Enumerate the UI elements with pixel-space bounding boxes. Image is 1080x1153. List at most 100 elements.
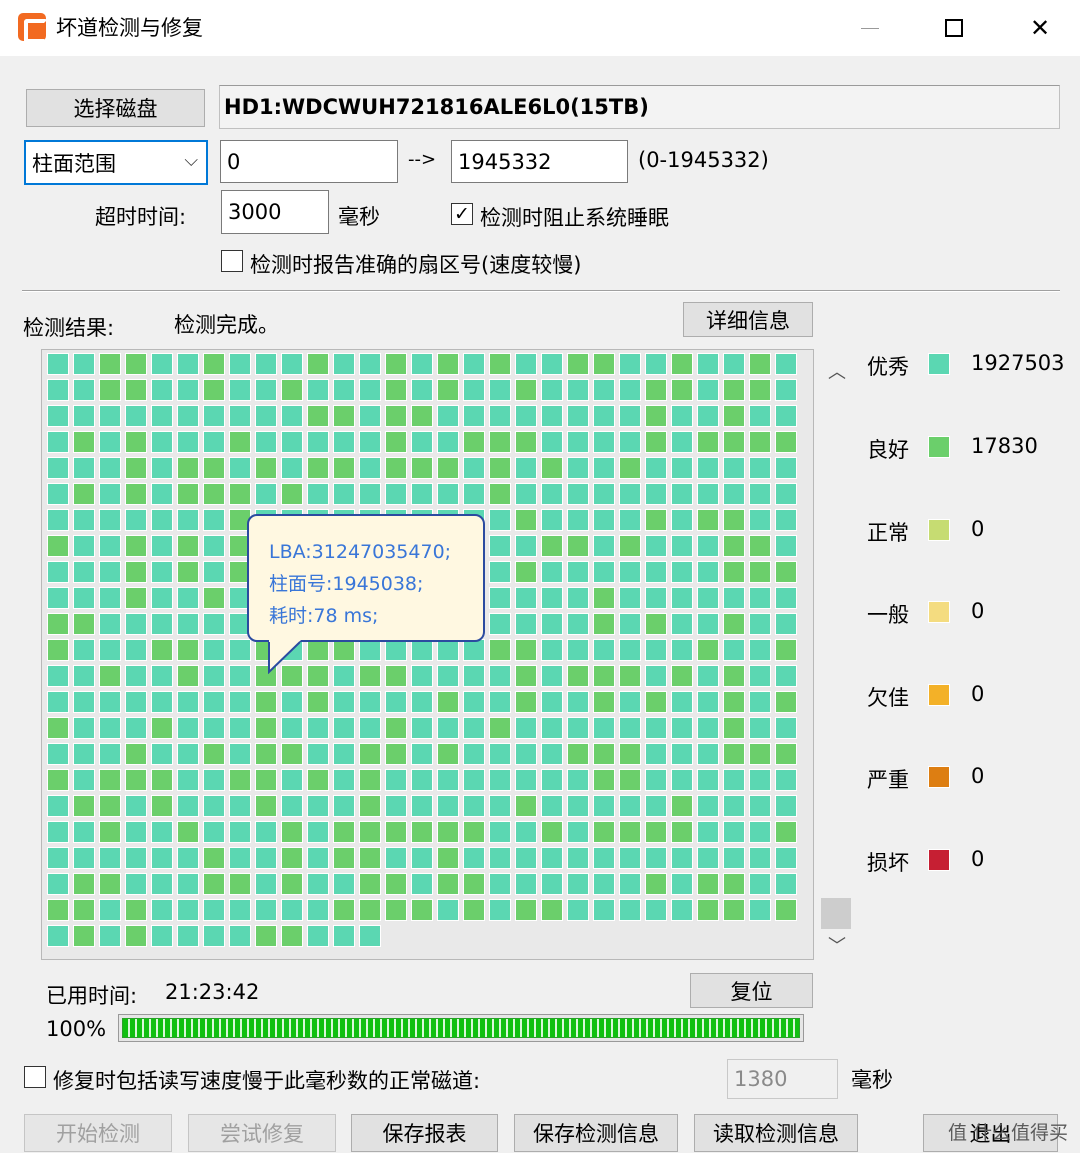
- sector-cell[interactable]: [541, 405, 563, 427]
- sector-cell[interactable]: [489, 665, 511, 687]
- sector-cell[interactable]: [411, 483, 433, 505]
- sector-cell[interactable]: [229, 899, 251, 921]
- sector-cell[interactable]: [255, 379, 277, 401]
- sector-cell[interactable]: [671, 639, 693, 661]
- sector-cell[interactable]: [515, 587, 537, 609]
- sector-cell[interactable]: [307, 847, 329, 869]
- sector-cell[interactable]: [775, 743, 797, 765]
- sector-cell[interactable]: [541, 535, 563, 557]
- sector-cell[interactable]: [47, 587, 69, 609]
- sector-cell[interactable]: [203, 743, 225, 765]
- sector-cell[interactable]: [281, 691, 303, 713]
- sector-cell[interactable]: [723, 587, 745, 609]
- sector-cell[interactable]: [775, 639, 797, 661]
- sector-cell[interactable]: [151, 535, 173, 557]
- sector-cell[interactable]: [229, 483, 251, 505]
- sector-cell[interactable]: [593, 639, 615, 661]
- sector-cell[interactable]: [385, 405, 407, 427]
- sector-cell[interactable]: [151, 353, 173, 375]
- sector-cell[interactable]: [567, 613, 589, 635]
- sector-cell[interactable]: [515, 353, 537, 375]
- sector-cell[interactable]: [47, 457, 69, 479]
- sector-cell[interactable]: [385, 639, 407, 661]
- sector-cell[interactable]: [125, 821, 147, 843]
- sector-cell[interactable]: [203, 717, 225, 739]
- sector-cell[interactable]: [281, 717, 303, 739]
- sector-cell[interactable]: [489, 483, 511, 505]
- sector-cell[interactable]: [541, 795, 563, 817]
- sector-cell[interactable]: [697, 691, 719, 713]
- sector-cell[interactable]: [307, 873, 329, 895]
- sector-cell[interactable]: [567, 353, 589, 375]
- sector-cell[interactable]: [359, 769, 381, 791]
- reset-button[interactable]: 复位: [690, 973, 813, 1008]
- sector-cell[interactable]: [307, 405, 329, 427]
- sector-cell[interactable]: [723, 431, 745, 453]
- sector-cell[interactable]: [619, 821, 641, 843]
- sector-cell[interactable]: [177, 613, 199, 635]
- sector-cell[interactable]: [593, 535, 615, 557]
- sector-cell[interactable]: [697, 639, 719, 661]
- sector-cell[interactable]: [359, 925, 381, 947]
- sector-cell[interactable]: [645, 795, 667, 817]
- sector-cell[interactable]: [437, 899, 459, 921]
- sector-cell[interactable]: [125, 795, 147, 817]
- sector-cell[interactable]: [671, 535, 693, 557]
- sector-cell[interactable]: [73, 795, 95, 817]
- sector-cell[interactable]: [671, 431, 693, 453]
- sector-cell[interactable]: [333, 483, 355, 505]
- sector-cell[interactable]: [515, 847, 537, 869]
- sector-cell[interactable]: [151, 821, 173, 843]
- sector-cell[interactable]: [463, 665, 485, 687]
- sector-cell[interactable]: [541, 769, 563, 791]
- sector-cell[interactable]: [463, 873, 485, 895]
- sector-cell[interactable]: [411, 847, 433, 869]
- sector-cell[interactable]: [255, 925, 277, 947]
- sector-cell[interactable]: [697, 483, 719, 505]
- sector-cell[interactable]: [541, 431, 563, 453]
- sector-cell[interactable]: [203, 769, 225, 791]
- start-detect-button[interactable]: 开始检测: [24, 1114, 172, 1152]
- sector-cell[interactable]: [99, 379, 121, 401]
- sector-cell[interactable]: [99, 743, 121, 765]
- sector-cell[interactable]: [697, 587, 719, 609]
- sector-cell[interactable]: [437, 769, 459, 791]
- sector-cell[interactable]: [749, 405, 771, 427]
- sector-cell[interactable]: [723, 613, 745, 635]
- range-end-input[interactable]: 1945332: [451, 140, 628, 183]
- sector-cell[interactable]: [593, 847, 615, 869]
- sector-cell[interactable]: [255, 483, 277, 505]
- sector-cell[interactable]: [255, 821, 277, 843]
- sector-cell[interactable]: [281, 431, 303, 453]
- sector-cell[interactable]: [671, 353, 693, 375]
- sector-cell[interactable]: [619, 717, 641, 739]
- sector-cell[interactable]: [437, 795, 459, 817]
- sector-cell[interactable]: [619, 483, 641, 505]
- sector-cell[interactable]: [307, 925, 329, 947]
- sector-cell[interactable]: [125, 639, 147, 661]
- sector-cell[interactable]: [515, 509, 537, 531]
- sector-cell[interactable]: [515, 483, 537, 505]
- sector-cell[interactable]: [203, 899, 225, 921]
- close-button[interactable]: ✕: [1010, 0, 1070, 56]
- sector-cell[interactable]: [697, 795, 719, 817]
- sector-cell[interactable]: [73, 483, 95, 505]
- sector-cell[interactable]: [723, 899, 745, 921]
- sector-cell[interactable]: [775, 405, 797, 427]
- sector-cell[interactable]: [619, 691, 641, 713]
- sector-cell[interactable]: [203, 457, 225, 479]
- range-mode-select[interactable]: 柱面范围 ⌵: [24, 140, 208, 185]
- sector-cell[interactable]: [645, 613, 667, 635]
- sector-cell[interactable]: [749, 379, 771, 401]
- sector-cell[interactable]: [359, 873, 381, 895]
- sector-cell[interactable]: [333, 821, 355, 843]
- sector-cell[interactable]: [125, 379, 147, 401]
- sector-cell[interactable]: [203, 353, 225, 375]
- sector-cell[interactable]: [463, 457, 485, 479]
- sector-cell[interactable]: [671, 899, 693, 921]
- sector-cell[interactable]: [99, 873, 121, 895]
- sector-cell[interactable]: [255, 717, 277, 739]
- sector-cell[interactable]: [567, 665, 589, 687]
- sector-cell[interactable]: [99, 613, 121, 635]
- sector-cell[interactable]: [47, 431, 69, 453]
